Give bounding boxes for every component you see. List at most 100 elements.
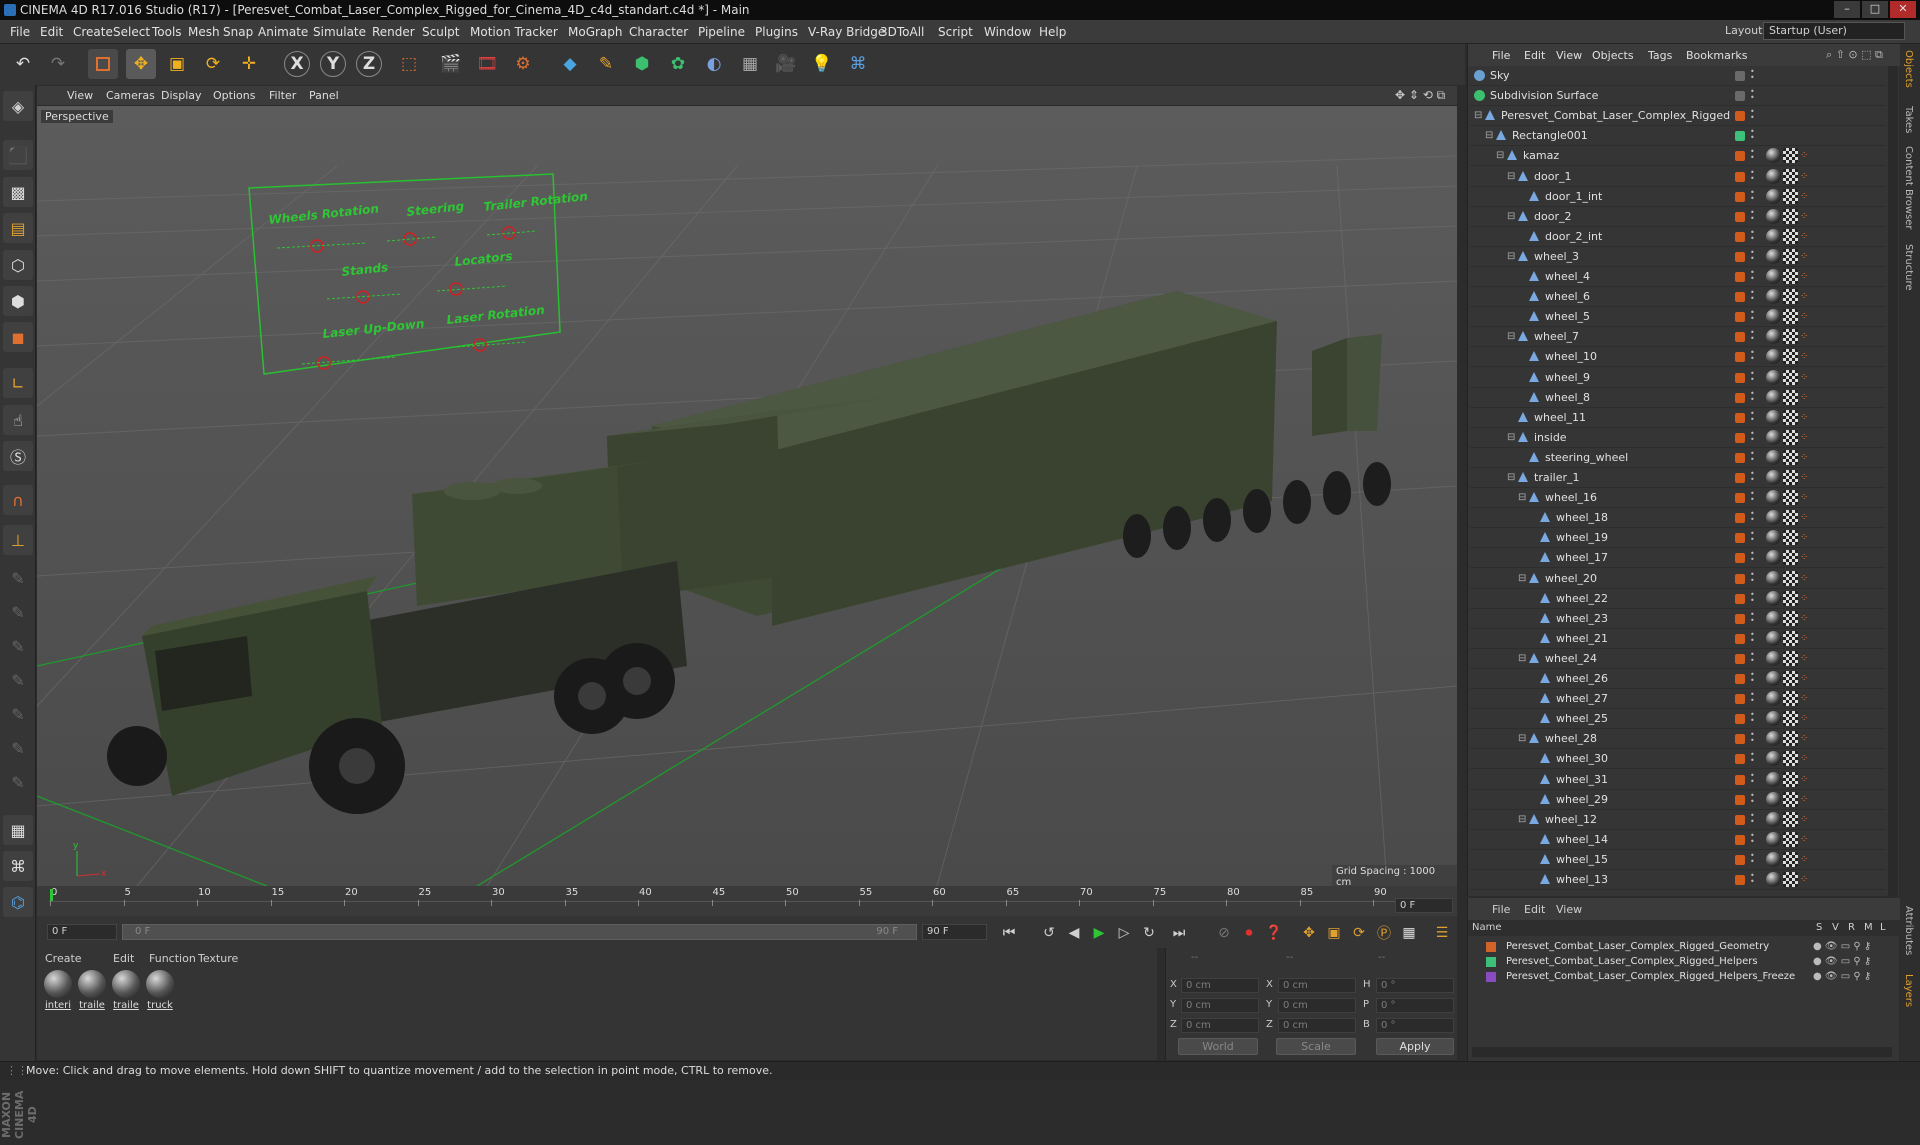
expand-toggle-icon[interactable]: ⊟ — [1507, 247, 1515, 266]
render-view-icon[interactable]: 🎬 — [436, 49, 466, 79]
layer-color-indicator[interactable] — [1735, 432, 1745, 443]
expand-toggle-icon[interactable]: ⊟ — [1518, 729, 1526, 748]
layer-row[interactable]: Peresvet_Combat_Laser_Complex_Rigged_Geo… — [1468, 939, 1900, 954]
object-row[interactable]: wheel_27 • • ⁘ — [1470, 689, 1886, 710]
expression-tag-icon[interactable]: ⁘ — [1800, 490, 1815, 505]
light-icon[interactable]: 💡 — [807, 49, 837, 79]
menu-window[interactable]: Window — [984, 25, 1031, 39]
texture-tag-icon[interactable] — [1783, 449, 1798, 465]
material-tag-icon[interactable] — [1766, 872, 1781, 887]
tab-takes[interactable]: Takes — [1903, 106, 1914, 133]
expand-toggle-icon[interactable]: ⊟ — [1496, 146, 1504, 165]
layer-toggle-icons[interactable]: ● 👁 ▭ ⚲ ⚷ — [1813, 954, 1871, 969]
goto-start-icon[interactable]: ⏮ — [997, 921, 1021, 945]
texture-tag-icon[interactable] — [1783, 751, 1798, 767]
expression-tag-icon[interactable]: ⁘ — [1800, 711, 1815, 726]
viewport-menu-view[interactable]: View — [67, 89, 93, 102]
expand-toggle-icon[interactable]: ⊟ — [1507, 207, 1515, 226]
make-editable-icon[interactable]: ◈ — [3, 91, 33, 121]
lock-workplane-icon[interactable]: ▦ — [3, 815, 33, 845]
mat-menu-function[interactable]: Function — [149, 952, 196, 965]
object-row[interactable]: wheel_23 • • ⁘ — [1470, 609, 1886, 629]
layer-color-indicator[interactable] — [1735, 774, 1745, 785]
tweak-mode-icon[interactable]: ☝ — [3, 405, 33, 435]
floor-icon[interactable]: ▦ — [735, 49, 765, 79]
visibility-dots-icon[interactable]: • • — [1750, 168, 1756, 182]
layer-color-indicator[interactable] — [1735, 593, 1745, 604]
layer-color-indicator[interactable] — [1735, 151, 1745, 162]
expression-tag-icon[interactable]: ⁘ — [1800, 430, 1815, 445]
object-row[interactable]: wheel_21 • • ⁘ — [1470, 629, 1886, 649]
texture-tag-icon[interactable] — [1783, 711, 1798, 727]
texture-tag-icon[interactable] — [1783, 490, 1798, 506]
material-traile-2[interactable]: traile — [111, 970, 141, 1011]
object-row[interactable]: ⊟ wheel_24 • • ⁘ — [1470, 649, 1886, 669]
object-row[interactable]: wheel_10 • • ⁘ — [1470, 347, 1886, 368]
layer-color-indicator[interactable] — [1735, 875, 1745, 885]
visibility-dots-icon[interactable]: • • — [1750, 630, 1756, 644]
material-interi[interactable]: interi — [43, 970, 73, 1011]
object-row[interactable]: ⊟ inside • • ⁘ — [1470, 428, 1886, 448]
menu-help[interactable]: Help — [1039, 25, 1066, 39]
expression-tag-icon[interactable]: ⁘ — [1800, 772, 1815, 787]
python-icon[interactable]: ⌘ — [843, 49, 873, 79]
visibility-dots-icon[interactable]: • • — [1750, 550, 1756, 564]
object-row[interactable]: Subdivision Surface • • — [1470, 86, 1886, 107]
menu-motion-tracker[interactable]: Motion Tracker — [470, 25, 558, 39]
texture-tag-icon[interactable] — [1783, 208, 1798, 224]
object-row[interactable]: wheel_26 • • ⁘ — [1470, 669, 1886, 689]
layer-menu-edit[interactable]: Edit — [1524, 903, 1545, 916]
key-scale-icon[interactable]: ▣ — [1322, 921, 1346, 945]
menu-create[interactable]: Create — [73, 25, 113, 39]
sculpt-brush-icon[interactable]: ✎ — [3, 563, 33, 593]
cloner-icon[interactable]: ✿ — [663, 49, 693, 79]
coord-mode-scale-dropdown[interactable]: Scale — [1276, 1038, 1356, 1055]
playhead[interactable] — [50, 889, 53, 901]
menu-select[interactable]: Select — [113, 25, 150, 39]
texture-tag-icon[interactable] — [1783, 831, 1798, 847]
visibility-dots-icon[interactable]: • • — [1750, 248, 1756, 262]
object-row[interactable]: ⊟ wheel_3 • • ⁘ — [1470, 247, 1886, 267]
visibility-dots-icon[interactable]: • • — [1750, 108, 1756, 122]
coord-rot-p-field[interactable]: 0 ° — [1376, 998, 1454, 1013]
layer-color-indicator[interactable] — [1735, 332, 1745, 343]
material-tag-icon[interactable] — [1766, 248, 1781, 264]
layer-color-indicator[interactable] — [1735, 292, 1745, 303]
material-tag-icon[interactable] — [1766, 610, 1781, 626]
texture-tag-icon[interactable] — [1783, 168, 1798, 184]
texture-tag-icon[interactable] — [1783, 289, 1798, 305]
object-row[interactable]: ⊟ wheel_12 • • ⁘ — [1470, 810, 1886, 830]
visibility-dots-icon[interactable]: • • — [1750, 751, 1756, 765]
expression-tag-icon[interactable]: ⁘ — [1800, 611, 1815, 626]
cube-icon[interactable]: ◆ — [555, 49, 585, 79]
object-row[interactable]: wheel_15 • • ⁘ — [1470, 850, 1886, 870]
record-active-icon[interactable]: ⏺ — [1237, 921, 1261, 945]
layer-color-indicator[interactable] — [1735, 814, 1745, 825]
material-tag-icon[interactable] — [1766, 671, 1781, 686]
coord-rot-h-field[interactable]: 0 ° — [1376, 978, 1454, 993]
object-row[interactable]: wheel_13 • • ⁘ — [1470, 870, 1886, 890]
object-row[interactable]: ⊟ wheel_20 • • ⁘ — [1470, 569, 1886, 589]
layer-color-indicator[interactable] — [1735, 251, 1745, 262]
material-tag-icon[interactable] — [1766, 329, 1781, 345]
next-frame-icon[interactable]: ▷ — [1112, 921, 1136, 945]
layer-color-indicator[interactable] — [1735, 553, 1745, 564]
material-tag-icon[interactable] — [1766, 550, 1781, 566]
timeline-window-icon[interactable]: ☰ — [1430, 921, 1454, 945]
material-tag-icon[interactable] — [1766, 208, 1781, 224]
texture-tag-icon[interactable] — [1783, 429, 1798, 445]
layer-color-indicator[interactable] — [1735, 473, 1745, 483]
layer-color-swatch[interactable] — [1486, 957, 1496, 967]
layer-color-indicator[interactable] — [1735, 131, 1745, 142]
material-tag-icon[interactable] — [1766, 409, 1781, 425]
visibility-dots-icon[interactable]: • • — [1750, 470, 1756, 484]
object-row[interactable]: steering_wheel • • ⁘ — [1470, 448, 1886, 468]
material-tag-icon[interactable] — [1766, 791, 1781, 807]
layer-color-indicator[interactable] — [1735, 714, 1745, 725]
texture-tag-icon[interactable] — [1783, 691, 1798, 707]
material-tag-icon[interactable] — [1766, 590, 1781, 606]
layer-color-indicator[interactable] — [1735, 312, 1745, 323]
expression-tag-icon[interactable]: ⁘ — [1800, 370, 1815, 385]
prev-frame-icon[interactable]: ◀ — [1062, 921, 1086, 945]
layer-color-indicator[interactable] — [1735, 171, 1745, 182]
